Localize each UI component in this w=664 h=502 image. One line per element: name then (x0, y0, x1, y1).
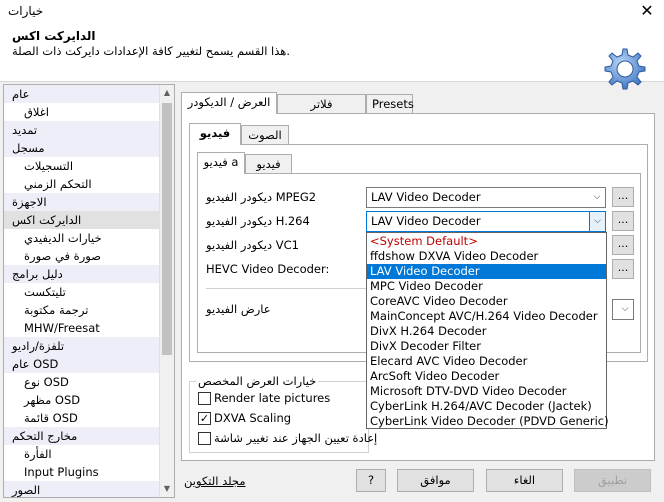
chevron-down-icon: ⌵ (589, 212, 605, 231)
dropdown-option[interactable]: ArcSoft Video Decoder (367, 369, 606, 384)
dropdown-option[interactable]: <System Default> (367, 234, 606, 249)
sidebar-scrollbar[interactable]: ▲ ▼ (159, 85, 174, 497)
tab-dvbviewer-filters[interactable]: فلاتر dvbviewer (277, 94, 366, 129)
sidebar-item-dvd-options[interactable]: خيارات الديفيدي (4, 229, 160, 247)
dropdown-option[interactable]: Elecard AVC Video Decoder (367, 354, 606, 369)
hevc-decoder-label: HEVC Video Decoder: (206, 262, 330, 276)
tab-presets[interactable]: Presets (366, 94, 414, 114)
section-header: الدايركت اكس هذا القسم يسمح لتغيير كافة … (0, 24, 664, 90)
video-renderer-label: عارض الفيديو (206, 302, 271, 316)
hevc-settings-button[interactable]: ... (612, 259, 634, 279)
dropdown-option[interactable]: DivX Decoder Filter (367, 339, 606, 354)
gear-icon (604, 48, 646, 90)
mpeg2-settings-button[interactable]: ... (612, 187, 634, 207)
dropdown-option[interactable]: LAV Video Decoder (367, 264, 606, 279)
help-button[interactable]: ? (356, 469, 386, 492)
separator (206, 288, 366, 289)
sidebar-item-pip[interactable]: صورة في صورة (4, 247, 160, 265)
window-title: خيارات (8, 4, 44, 18)
h264-decoder-select[interactable]: LAV Video Decoder ⌵ (366, 211, 606, 232)
scroll-down-icon[interactable]: ▼ (160, 481, 174, 497)
dropdown-option[interactable]: CyberLink Video Decoder (PDVD Generic) (367, 414, 609, 429)
dropdown-option[interactable]: Microsoft DTV-DVD Video Decoder (367, 384, 606, 399)
dxva-scaling-label[interactable]: DXVA Scaling (214, 411, 291, 425)
sidebar-item-recorder[interactable]: مسجل (4, 139, 160, 157)
sidebar-item-close[interactable]: اغلاق (4, 103, 160, 121)
sidebar-item-extend[interactable]: تمديد (4, 121, 160, 139)
sidebar-item-control-outputs[interactable]: مخارج التحكم (4, 427, 160, 445)
scroll-up-icon[interactable]: ▲ (160, 85, 174, 101)
h264-decoder-label: ديكودر الفيديو H.264 (206, 214, 310, 228)
sidebar-item-tv-radio[interactable]: تلفزة/راديو (4, 337, 160, 355)
h264-settings-button[interactable]: ... (612, 211, 634, 231)
sidebar-item-mouse[interactable]: الفأرة (4, 445, 160, 463)
sidebar-item-mhw-freesat[interactable]: MHW/Freesat (4, 319, 160, 337)
vc1-settings-button[interactable]: ... (612, 235, 634, 255)
sidebar-item-teletext[interactable]: تليتكست (4, 283, 160, 301)
render-late-pictures-checkbox[interactable] (198, 392, 211, 405)
tab-video-b[interactable]: فيديو b (245, 154, 292, 189)
scroll-thumb[interactable] (162, 103, 172, 355)
sidebar-item-general[interactable]: عام (4, 85, 160, 103)
config-folder-link[interactable]: مجلد التكوين (184, 474, 246, 488)
section-title: الدايركت اكس (12, 29, 96, 43)
title-bar: خيارات ✕ (0, 0, 664, 24)
sidebar-item-subtitles[interactable]: ترجمة مكتوبة (4, 301, 160, 319)
vc1-decoder-label: ديكودر الفيديو VC1 (206, 238, 299, 252)
sidebar-item-input-plugins[interactable]: Input Plugins (4, 463, 160, 481)
dxva-scaling-checkbox[interactable]: ✓ (198, 412, 211, 425)
sidebar-item-osd-menu[interactable]: قائمة OSD (4, 409, 160, 427)
close-icon[interactable]: ✕ (636, 1, 658, 21)
h264-decoder-dropdown[interactable]: <System Default> ffdshow DXVA Video Deco… (366, 232, 609, 429)
dropdown-option[interactable]: ffdshow DXVA Video Decoder (367, 249, 606, 264)
sidebar-item-devices[interactable]: الاجهزة (4, 193, 160, 211)
tab-audio[interactable]: الصوت (241, 125, 289, 145)
mpeg2-decoder-label: ديكودر الفيديو MPEG2 (206, 190, 317, 204)
dropdown-option[interactable]: CyberLink H.264/AVC Decoder (Jactek) (367, 399, 606, 414)
options-sidebar[interactable]: عام اغلاق تمديد مسجل التسجيلات التحكم ال… (3, 84, 175, 498)
section-description: هذا القسم يسمح لتغيير كافة الإعدادات داي… (12, 44, 291, 58)
sidebar-item-timer-control[interactable]: التحكم الزمني (4, 175, 160, 193)
mpeg2-decoder-value: LAV Video Decoder (371, 190, 481, 204)
mpeg2-decoder-select[interactable]: LAV Video Decoder ⌵ (366, 187, 606, 208)
tab-display-decoder[interactable]: العرض / الديكودر (181, 92, 277, 114)
chevron-down-icon: ⌵ (593, 192, 601, 202)
dropdown-option[interactable]: MPC Video Decoder (367, 279, 606, 294)
sidebar-item-osd-type[interactable]: نوع OSD (4, 373, 160, 391)
apply-button[interactable]: تطبيق (574, 469, 651, 492)
chevron-down-icon: ⌵ (621, 304, 629, 314)
ok-button[interactable]: موافق (397, 469, 474, 492)
sidebar-item-osd-appearance[interactable]: مظهر OSD (4, 391, 160, 409)
reset-device-checkbox[interactable] (198, 432, 211, 445)
dropdown-option[interactable]: DivX H.264 Decoder (367, 324, 606, 339)
reset-device-label[interactable]: إعادة تعيين الجهاز عند تغيير شاشة (214, 431, 377, 445)
dropdown-option[interactable]: MainConcept AVC/H.264 Video Decoder (367, 309, 606, 324)
tab-video-a[interactable]: فيديو a (197, 152, 245, 174)
sidebar-item-osd-general[interactable]: عام OSD (4, 355, 160, 373)
sidebar-item-pictures[interactable]: الصور (4, 481, 160, 497)
h264-decoder-value: LAV Video Decoder (371, 214, 481, 228)
cancel-button[interactable]: الغاء (486, 469, 563, 492)
dropdown-option[interactable]: CoreAVC Video Decoder (367, 294, 606, 309)
tab-video[interactable]: فيديو (189, 123, 241, 145)
video-renderer-select[interactable]: ⌵ (612, 299, 634, 320)
sidebar-item-directx[interactable]: الدايركت اكس (4, 211, 160, 229)
sidebar-item-recordings[interactable]: التسجيلات (4, 157, 160, 175)
render-late-pictures-label[interactable]: Render late pictures (214, 391, 330, 405)
sidebar-item-epg[interactable]: دليل برامج (4, 265, 160, 283)
custom-display-title: خيارات العرض المخصص (196, 374, 319, 388)
